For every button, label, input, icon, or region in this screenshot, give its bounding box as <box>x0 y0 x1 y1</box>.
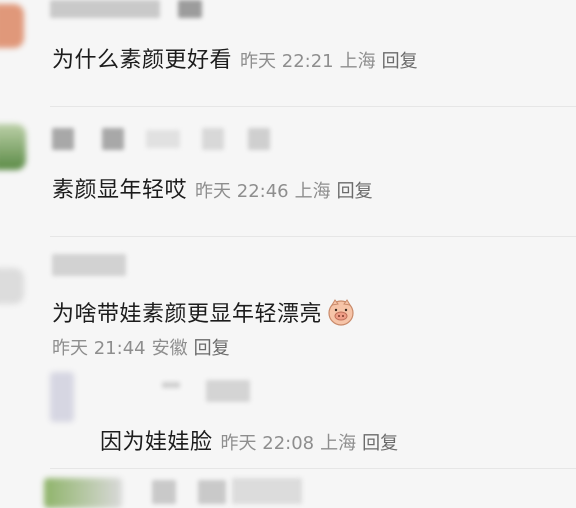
reply-button[interactable]: 回复 <box>362 433 398 454</box>
username-redacted[interactable] <box>232 478 302 504</box>
username-redacted[interactable] <box>50 0 160 18</box>
divider <box>50 236 576 237</box>
avatar[interactable] <box>0 124 26 170</box>
comment-text: 为什么素颜更好看 <box>52 48 233 73</box>
comment-meta: 昨天 22:21 上海 回复 <box>240 51 424 72</box>
username-redacted[interactable] <box>52 254 126 276</box>
comment-time: 昨天 22:08 <box>220 433 315 454</box>
avatar[interactable] <box>0 268 24 304</box>
username-redacted[interactable] <box>52 128 74 150</box>
username-redacted[interactable] <box>248 128 270 150</box>
username-redacted[interactable] <box>146 130 180 148</box>
divider <box>50 468 576 469</box>
divider <box>50 106 576 107</box>
comment-time: 昨天 22:21 <box>240 51 334 72</box>
comment-meta: 昨天 22:46 上海 回复 <box>195 181 379 202</box>
reply-button[interactable]: 回复 <box>337 181 373 202</box>
comment-item: 素颜显年轻哎 昨天 22:46 上海 回复 <box>52 172 379 204</box>
comment-location: 上海 <box>294 181 331 202</box>
username-redacted[interactable] <box>178 0 202 18</box>
username-redacted[interactable] <box>198 480 226 504</box>
comment-location: 安徽 <box>151 338 188 359</box>
reply-item: 因为娃娃脸 昨天 22:08 上海 回复 <box>100 424 404 456</box>
username-redacted[interactable] <box>202 128 224 150</box>
username-redacted[interactable] <box>152 480 176 504</box>
comment-location: 上海 <box>320 433 357 454</box>
comment-item: 为什么素颜更好看 昨天 22:21 上海 回复 <box>52 42 424 74</box>
comment-meta: 昨天 21:44 安徽 回复 <box>52 334 356 360</box>
comment-time: 昨天 22:46 <box>195 181 289 202</box>
username-redacted[interactable] <box>102 128 124 150</box>
comment-item: 为啥带娃素颜更显年轻漂亮 昨天 21:44 安徽 回复 <box>52 296 356 360</box>
comment-text: 素颜显年轻哎 <box>52 178 188 203</box>
comment-time: 昨天 21:44 <box>52 338 146 359</box>
comment-location: 上海 <box>339 51 376 72</box>
pig-face-emoji <box>328 299 354 326</box>
avatar[interactable] <box>50 372 74 422</box>
reply-button[interactable]: 回复 <box>382 51 418 72</box>
comment-text: 因为娃娃脸 <box>100 430 213 455</box>
avatar[interactable] <box>0 4 24 48</box>
username-redacted[interactable] <box>162 382 180 388</box>
username-redacted[interactable] <box>206 380 250 402</box>
comment-text: 为啥带娃素颜更显年轻漂亮 <box>52 302 323 327</box>
comment-meta: 昨天 22:08 上海 回复 <box>221 433 405 454</box>
reply-button[interactable]: 回复 <box>194 338 230 359</box>
